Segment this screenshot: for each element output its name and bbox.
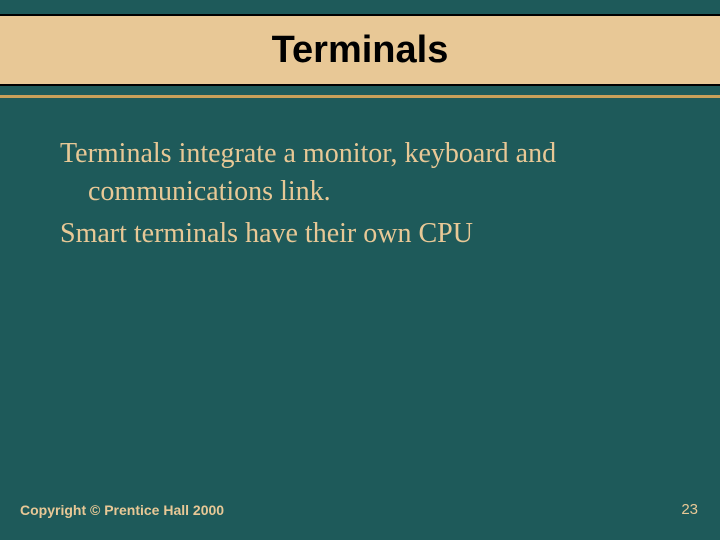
title-band: Terminals xyxy=(0,14,720,86)
body-paragraph-1: Terminals integrate a monitor, keyboard … xyxy=(60,135,660,211)
slide-title: Terminals xyxy=(272,29,449,72)
page-number: 23 xyxy=(681,501,698,518)
slide: Terminals Terminals integrate a monitor,… xyxy=(0,0,720,540)
body-paragraph-2: Smart terminals have their own CPU xyxy=(60,215,660,253)
accent-divider xyxy=(0,95,720,98)
copyright-text: Copyright © Prentice Hall 2000 xyxy=(20,502,224,518)
slide-content: Terminals integrate a monitor, keyboard … xyxy=(60,135,660,252)
